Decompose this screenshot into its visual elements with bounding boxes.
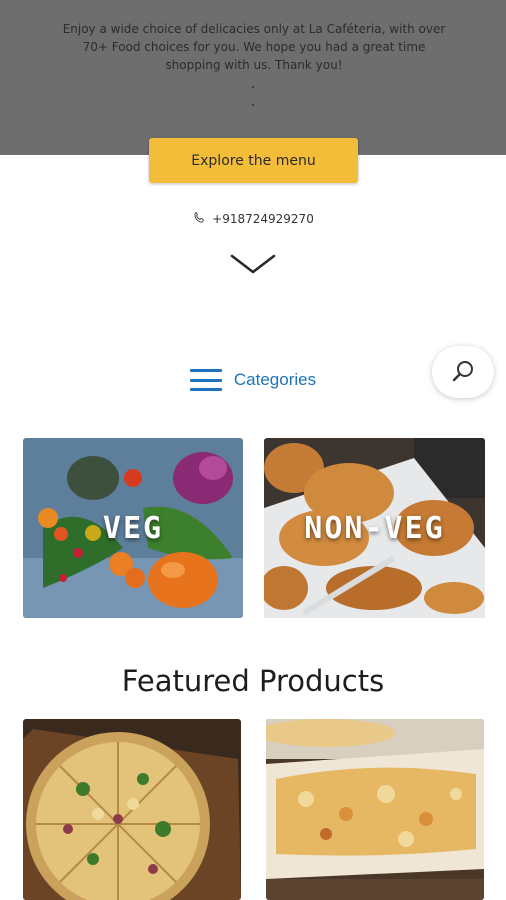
intro-overlay: Enjoy a wide choice of delicacies only a… (0, 0, 506, 155)
phone-link[interactable]: +918724929270 (0, 209, 506, 229)
hamburger-icon (189, 369, 222, 391)
category-label-non-veg: NON-VEG (304, 510, 445, 546)
phone-number: +918724929270 (212, 212, 314, 226)
categories-toggle[interactable]: Categories (0, 362, 506, 398)
featured-products-title: Featured Products (121, 664, 385, 698)
chevron-down-icon[interactable] (230, 252, 276, 276)
explore-menu-button[interactable]: Explore the menu (149, 138, 358, 183)
category-card-veg[interactable]: VEG (23, 438, 243, 618)
pizza-image (266, 719, 484, 900)
category-card-non-veg[interactable]: NON-VEG (264, 438, 485, 618)
search-button[interactable] (432, 346, 494, 398)
pizza-image (23, 719, 241, 900)
product-card[interactable] (23, 719, 241, 900)
phone-icon (192, 211, 206, 228)
search-icon (452, 361, 473, 382)
product-card[interactable] (266, 719, 484, 900)
category-label-veg: VEG (102, 510, 164, 546)
dot-divider (252, 104, 254, 106)
intro-text: Enjoy a wide choice of delicacies only a… (62, 22, 446, 72)
categories-label: Categories (233, 370, 317, 389)
dot-divider (252, 86, 254, 88)
